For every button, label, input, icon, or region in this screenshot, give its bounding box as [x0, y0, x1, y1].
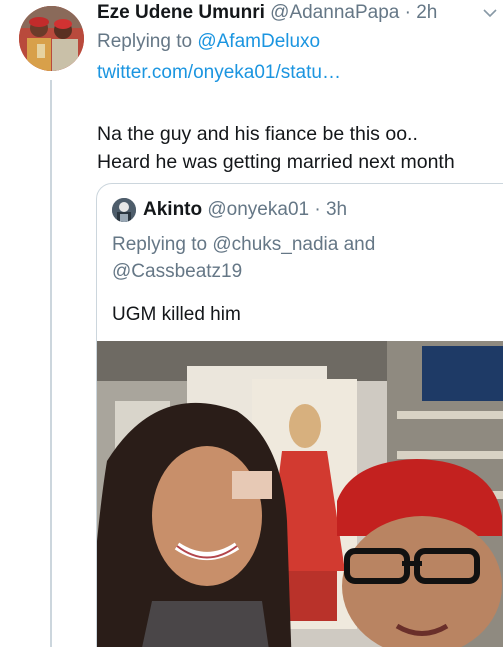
separator-dot: · — [404, 2, 411, 23]
separator-dot: · — [314, 199, 321, 220]
tweet-text-line: Heard he was getting married next month — [97, 151, 455, 173]
display-name[interactable]: Eze Udene Umunri — [97, 2, 265, 23]
quoted-tweet-text: UGM killed him — [112, 304, 241, 325]
quoted-header: Akinto @onyeka01 · 3h — [143, 197, 347, 223]
quoted-tweet[interactable]: Akinto @onyeka01 · 3h Replying to @chuks… — [96, 183, 503, 647]
replying-to-label: Replying to — [97, 31, 198, 52]
quoted-display-name[interactable]: Akinto — [143, 199, 202, 220]
quoted-timestamp[interactable]: 3h — [326, 199, 347, 220]
replying-to: Replying to @AfamDeluxo — [97, 29, 320, 55]
tweet-text: Na the guy and his fiance be this oo.. H… — [97, 120, 503, 176]
quoted-photo[interactable] — [97, 341, 503, 647]
quoted-user-handle[interactable]: @onyeka01 — [207, 199, 309, 220]
quoted-replying-to: Replying to @chuks_nadia and @Cassbeatz1… — [112, 231, 502, 285]
tweet-link[interactable]: twitter.com/onyeka01/statu… — [97, 60, 341, 86]
tweet[interactable]: Eze Udene Umunri @AdannaPapa · 2h Replyi… — [0, 0, 503, 647]
replying-to-user-link[interactable]: @AfamDeluxo — [197, 31, 320, 52]
timestamp[interactable]: 2h — [416, 2, 437, 23]
tweet-header: Eze Udene Umunri @AdannaPapa · 2h — [97, 0, 503, 26]
quoted-replying-line: @Cassbeatz19 — [112, 261, 243, 282]
tweet-text-line: Na the guy and his fiance be this oo.. — [97, 123, 418, 145]
chevron-down-icon[interactable] — [483, 8, 497, 18]
quoted-replying-line: Replying to @chuks_nadia and — [112, 234, 376, 255]
quoted-avatar[interactable] — [112, 198, 136, 222]
thread-line — [50, 80, 52, 647]
avatar[interactable] — [19, 6, 84, 71]
user-handle[interactable]: @AdannaPapa — [270, 2, 399, 23]
